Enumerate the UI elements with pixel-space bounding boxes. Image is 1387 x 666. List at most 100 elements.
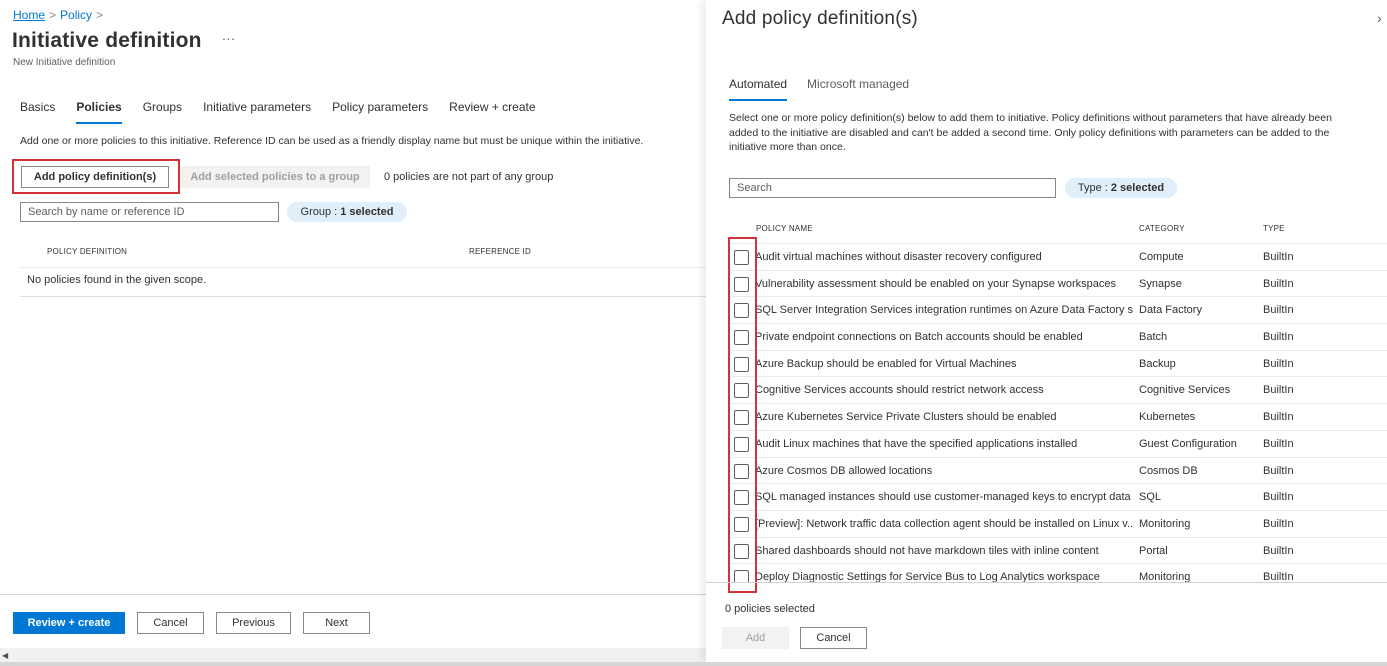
tab-initiative-parameters[interactable]: Initiative parameters xyxy=(203,100,311,120)
type-filter-label: Type : xyxy=(1077,182,1108,194)
policy-name[interactable]: Cognitive Services accounts should restr… xyxy=(755,384,1133,396)
policy-row[interactable]: Private endpoint connections on Batch ac… xyxy=(729,324,1387,351)
policy-type: BuiltIn xyxy=(1263,517,1294,530)
breadcrumb-home-link[interactable]: Home xyxy=(13,8,45,22)
policy-row[interactable]: Shared dashboards should not have markdo… xyxy=(729,538,1387,565)
policy-type: BuiltIn xyxy=(1263,384,1294,397)
blade-search-input[interactable]: Search xyxy=(729,178,1056,198)
policy-category: Cosmos DB xyxy=(1139,464,1198,477)
policy-category: Batch xyxy=(1139,331,1168,344)
policy-name[interactable]: [Preview]: Network traffic data collecti… xyxy=(755,518,1133,530)
policy-name[interactable]: Audit Linux machines that have the speci… xyxy=(755,438,1133,450)
group-filter-label: Group : xyxy=(300,206,338,218)
policy-row[interactable]: Azure Cosmos DB allowed locations Cosmos … xyxy=(729,458,1387,485)
policy-row[interactable]: Deploy Diagnostic Settings for Service B… xyxy=(729,564,1387,582)
policy-row[interactable]: [Preview]: Network traffic data collecti… xyxy=(729,511,1387,538)
column-category[interactable]: CATEGORY xyxy=(1139,224,1185,233)
tab-basics[interactable]: Basics xyxy=(20,100,55,120)
breadcrumb-separator: > xyxy=(96,8,104,22)
tab-policy-parameters[interactable]: Policy parameters xyxy=(332,100,428,120)
policy-name[interactable]: Shared dashboards should not have markdo… xyxy=(755,545,1133,557)
previous-button[interactable]: Previous xyxy=(216,612,291,634)
group-filter-value: 1 selected xyxy=(340,206,394,218)
ungrouped-policies-status: 0 policies are not part of any group xyxy=(384,171,554,183)
policy-rows: Audit virtual machines without disaster … xyxy=(729,244,1387,582)
page-subtitle: New Initiative definition xyxy=(13,57,116,68)
more-options-icon[interactable]: ··· xyxy=(222,31,236,46)
policy-category: Guest Configuration xyxy=(1139,437,1237,450)
page-title-text: Initiative definition xyxy=(12,29,202,52)
add-policy-definitions-blade: Add policy definition(s) › Automated Mic… xyxy=(706,0,1387,662)
checkbox-highlight-box xyxy=(728,237,757,593)
policy-name[interactable]: Azure Backup should be enabled for Virtu… xyxy=(755,358,1133,370)
type-filter-pill[interactable]: Type : 2 selected xyxy=(1065,178,1177,198)
policy-type: BuiltIn xyxy=(1263,411,1294,424)
policy-type: BuiltIn xyxy=(1263,304,1294,317)
initiative-definition-page: Home > Policy > Initiative definition ··… xyxy=(0,0,706,666)
policy-name[interactable]: Audit virtual machines without disaster … xyxy=(755,251,1133,263)
tab-automated[interactable]: Automated xyxy=(729,77,788,101)
next-button[interactable]: Next xyxy=(303,612,370,634)
policy-name[interactable]: Azure Cosmos DB allowed locations xyxy=(755,465,1133,477)
policy-name[interactable]: SQL Server Integration Services integrat… xyxy=(755,304,1133,316)
column-reference-id[interactable]: REFERENCE ID xyxy=(469,247,531,256)
policy-search-input[interactable]: Search by name or reference ID xyxy=(20,202,279,222)
policy-type: BuiltIn xyxy=(1263,331,1294,344)
policy-row[interactable]: Azure Kubernetes Service Private Cluster… xyxy=(729,404,1387,431)
blade-cancel-button[interactable]: Cancel xyxy=(800,627,867,649)
policy-type: BuiltIn xyxy=(1263,251,1294,263)
column-policy-definition[interactable]: POLICY DEFINITION xyxy=(47,247,127,256)
policy-category: SQL xyxy=(1139,491,1162,504)
policy-category: Compute xyxy=(1139,251,1184,263)
breadcrumb-policy-link[interactable]: Policy xyxy=(60,8,92,22)
policy-row[interactable]: Cognitive Services accounts should restr… xyxy=(729,377,1387,405)
empty-table-row: No policies found in the given scope. xyxy=(20,268,706,297)
empty-message: No policies found in the given scope. xyxy=(27,274,207,286)
tab-groups[interactable]: Groups xyxy=(143,100,182,120)
policy-row[interactable]: Audit Linux machines that have the speci… xyxy=(729,431,1387,458)
policy-row[interactable]: SQL Server Integration Services integrat… xyxy=(729,297,1387,325)
blade-footer-divider xyxy=(706,582,1387,583)
tab-microsoft-managed[interactable]: Microsoft managed xyxy=(807,77,909,97)
policy-definitions-table: POLICY NAME CATEGORY TYPE Audit virtual … xyxy=(729,215,1387,582)
scroll-left-arrow-icon[interactable]: ◀ xyxy=(2,651,8,660)
policy-name[interactable]: Deploy Diagnostic Settings for Service B… xyxy=(755,571,1133,582)
horizontal-scrollbar[interactable]: ◀ xyxy=(0,648,706,662)
page-title: Initiative definition ··· xyxy=(12,29,235,53)
policy-row[interactable]: Vulnerability assessment should be enabl… xyxy=(729,271,1387,298)
policy-category: Kubernetes xyxy=(1139,411,1196,424)
policy-category: Monitoring xyxy=(1139,517,1191,530)
footer-divider xyxy=(0,594,706,595)
review-create-button[interactable]: Review + create xyxy=(13,612,125,634)
policy-row[interactable]: Azure Backup should be enabled for Virtu… xyxy=(729,351,1387,378)
policy-category: Cognitive Services xyxy=(1139,384,1231,397)
type-filter-value: 2 selected xyxy=(1110,182,1165,194)
policy-name[interactable]: Azure Kubernetes Service Private Cluster… xyxy=(755,411,1133,423)
policy-type: BuiltIn xyxy=(1263,491,1294,504)
cancel-button[interactable]: Cancel xyxy=(137,612,204,634)
policy-row[interactable]: Audit virtual machines without disaster … xyxy=(729,244,1387,271)
policy-category: Backup xyxy=(1139,357,1176,370)
column-type[interactable]: TYPE xyxy=(1263,224,1285,233)
blade-tabs: Automated Microsoft managed xyxy=(729,77,929,101)
policy-name[interactable]: Private endpoint connections on Batch ac… xyxy=(755,331,1133,343)
policies-description: Add one or more policies to this initiat… xyxy=(20,135,644,147)
chevron-right-icon[interactable]: › xyxy=(1377,10,1382,26)
tab-policies[interactable]: Policies xyxy=(76,100,123,124)
policy-row[interactable]: SQL managed instances should use custome… xyxy=(729,484,1387,511)
policy-category: Monitoring xyxy=(1139,571,1191,582)
column-policy-name[interactable]: POLICY NAME xyxy=(756,224,813,233)
policy-name[interactable]: SQL managed instances should use custome… xyxy=(755,491,1133,503)
breadcrumb-separator: > xyxy=(49,8,57,22)
policy-category: Data Factory xyxy=(1139,304,1202,317)
add-selected-to-group-button: Add selected policies to a group xyxy=(180,166,370,188)
add-policy-definitions-button[interactable]: Add policy definition(s) xyxy=(21,166,169,188)
group-filter-pill[interactable]: Group : 1 selected xyxy=(287,202,407,222)
policy-type: BuiltIn xyxy=(1263,437,1294,450)
tab-review-create[interactable]: Review + create xyxy=(449,100,535,120)
policy-category: Synapse xyxy=(1139,277,1182,290)
add-button: Add xyxy=(722,627,789,649)
policy-type: BuiltIn xyxy=(1263,571,1294,582)
window-bottom-edge xyxy=(0,662,1387,666)
policy-name[interactable]: Vulnerability assessment should be enabl… xyxy=(755,278,1133,290)
